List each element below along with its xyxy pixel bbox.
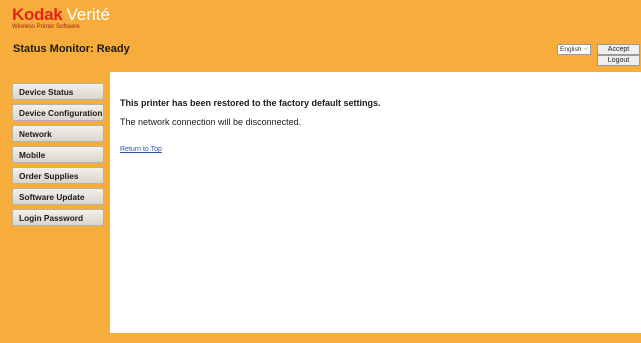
sidebar-item-device-configuration[interactable]: Device Configuration (12, 104, 104, 121)
kodak-logo: Kodak (12, 5, 63, 24)
accept-button[interactable]: Accept (597, 44, 640, 55)
factory-reset-message: This printer has been restored to the fa… (120, 98, 381, 108)
sidebar-item-network[interactable]: Network (12, 125, 104, 142)
page: Kodak Verité Wireless Printer Software S… (0, 0, 641, 343)
chevron-down-icon: ⌵ (583, 46, 588, 52)
brand-tagline: Wireless Printer Software (12, 24, 80, 30)
sidebar-item-device-status[interactable]: Device Status (12, 83, 104, 100)
sidebar-nav: Device Status Device Configuration Netwo… (12, 83, 104, 230)
language-select-value: English (560, 46, 582, 53)
disconnect-notice: The network connection will be disconnec… (120, 117, 302, 127)
sidebar-item-software-update[interactable]: Software Update (12, 188, 104, 205)
sidebar-item-login-password[interactable]: Login Password (12, 209, 104, 226)
product-name: Verité (66, 5, 110, 24)
language-select[interactable]: English ⌵ (557, 44, 591, 55)
status-monitor-title: Status Monitor: Ready (13, 43, 130, 55)
sidebar-item-order-supplies[interactable]: Order Supplies (12, 167, 104, 184)
brand-logo-block: Kodak Verité Wireless Printer Software (12, 6, 110, 30)
logout-button[interactable]: Logout (597, 55, 640, 66)
return-to-top-link[interactable]: Return to Top (120, 146, 162, 153)
brand-row: Kodak Verité (12, 6, 110, 23)
sidebar-item-mobile[interactable]: Mobile (12, 146, 104, 163)
main-content-panel: This printer has been restored to the fa… (110, 72, 641, 333)
